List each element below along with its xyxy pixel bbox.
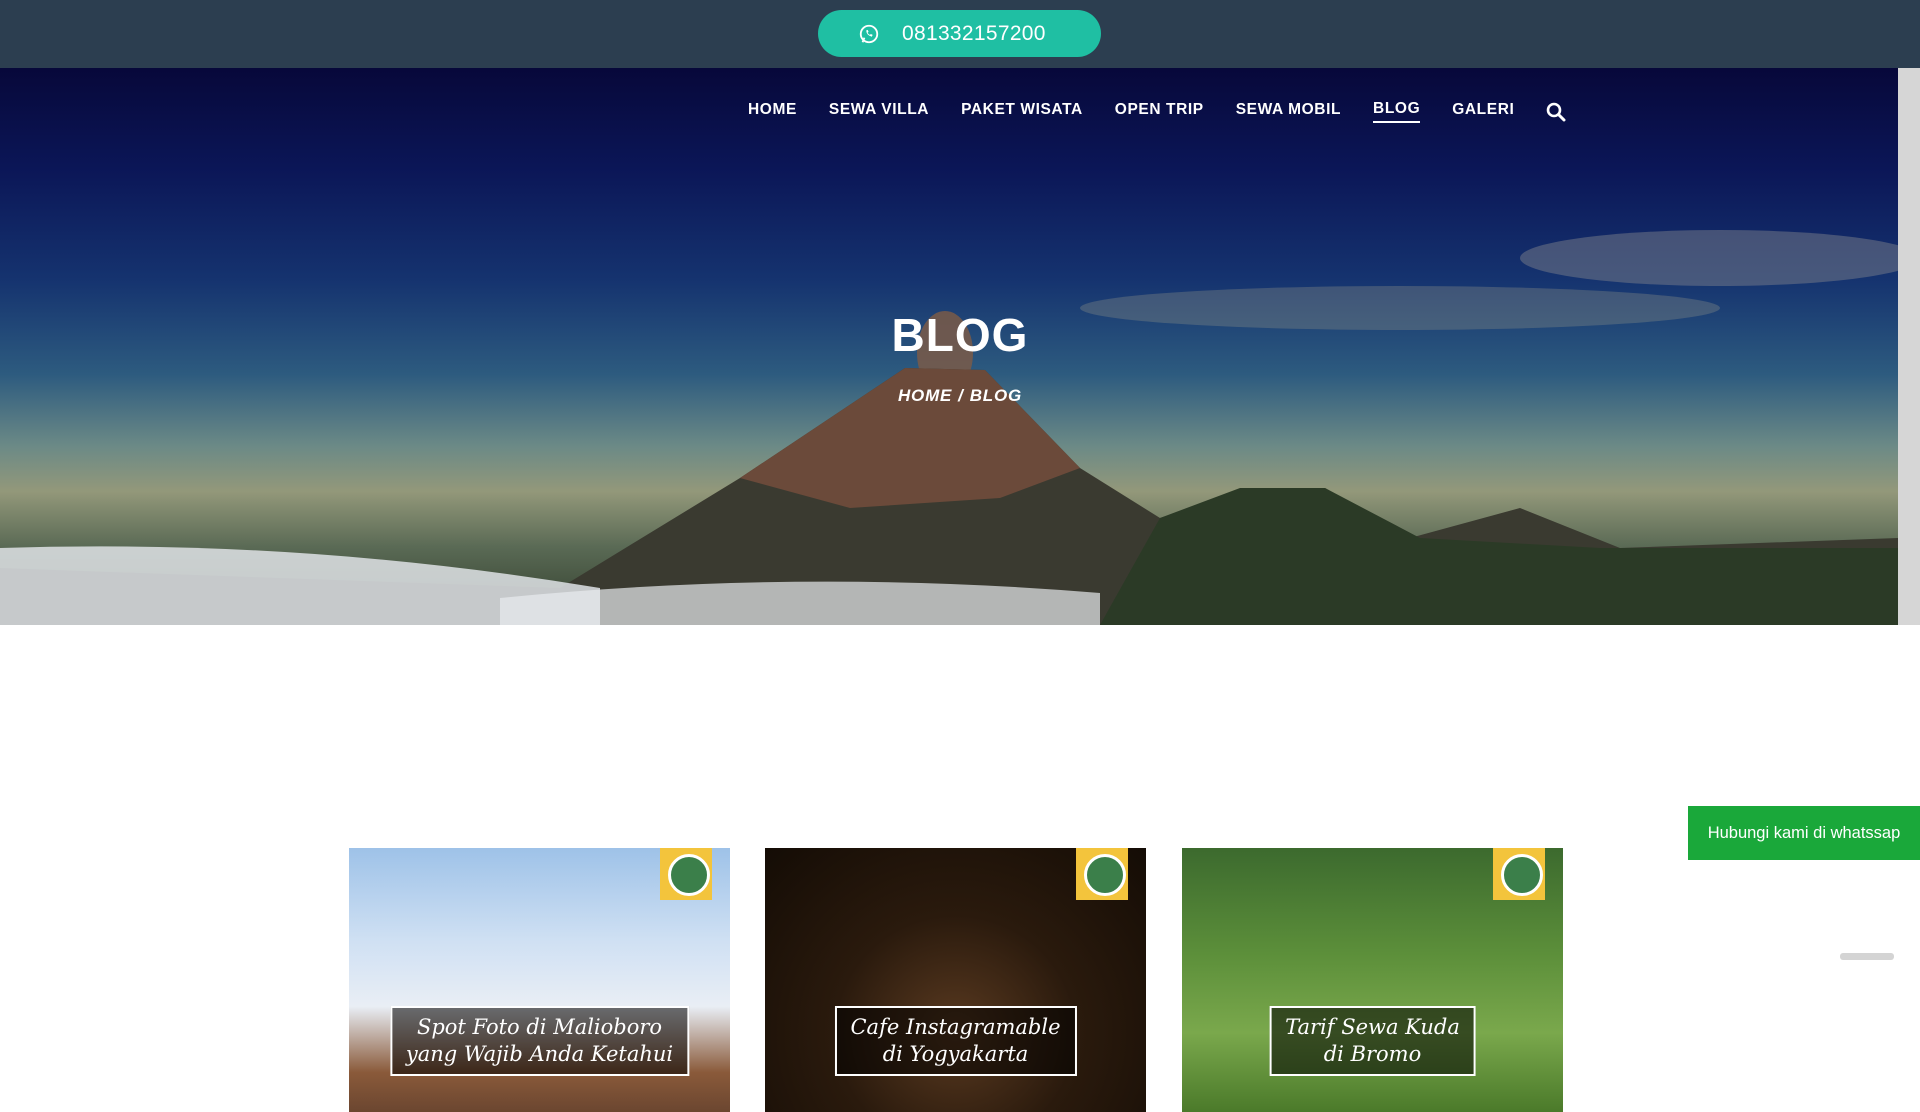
nav-home[interactable]: HOME	[748, 101, 797, 122]
blog-card-malioboro[interactable]: Spot Foto di Malioboro yang Wajib Anda K…	[349, 848, 730, 1112]
blog-card-bromo[interactable]: Tarif Sewa Kuda di Bromo	[1182, 848, 1563, 1112]
breadcrumb-separator: /	[958, 386, 964, 405]
caption-line: di Yogyakarta	[882, 1042, 1029, 1066]
whatsapp-float-button[interactable]: Hubungi kami di whatssap	[1688, 806, 1920, 860]
search-icon[interactable]	[1546, 102, 1566, 122]
card-caption: Cafe Instagramable di Yogyakarta	[834, 1006, 1077, 1076]
scroll-handle[interactable]	[1840, 953, 1894, 960]
card-caption: Spot Foto di Malioboro yang Wajib Anda K…	[389, 1006, 690, 1076]
top-contact-bar: 081332157200	[0, 0, 1920, 68]
nav-blog[interactable]: BLOG	[1373, 100, 1421, 123]
logo-badge	[660, 848, 712, 900]
card-caption: Tarif Sewa Kuda di Bromo	[1269, 1006, 1476, 1076]
main-navigation: HOME SEWA VILLA PAKET WISATA OPEN TRIP S…	[748, 100, 1566, 123]
nav-sewa-villa[interactable]: SEWA VILLA	[829, 101, 929, 122]
caption-line: Spot Foto di Malioboro	[416, 1015, 663, 1039]
breadcrumb-current: BLOG	[969, 386, 1023, 405]
caption-line: Tarif Sewa Kuda	[1285, 1015, 1460, 1039]
whatsapp-icon	[859, 24, 879, 43]
logo-badge	[1493, 848, 1545, 900]
whatsapp-phone-button[interactable]: 081332157200	[818, 10, 1101, 57]
breadcrumb: HOME / BLOG	[0, 386, 1920, 406]
caption-line: yang Wajib Anda Ketahui	[405, 1042, 674, 1066]
caption-line: Cafe Instagramable	[850, 1015, 1061, 1039]
nav-sewa-mobil[interactable]: SEWA MOBIL	[1236, 101, 1341, 122]
page-title: BLOG	[891, 309, 1029, 361]
nav-paket-wisata[interactable]: PAKET WISATA	[961, 101, 1083, 122]
breadcrumb-home[interactable]: HOME	[898, 386, 952, 405]
logo-badge	[1076, 848, 1128, 900]
caption-line: di Bromo	[1323, 1042, 1422, 1066]
blog-card-cafe[interactable]: Cafe Instagramable di Yogyakarta	[765, 848, 1146, 1112]
nav-open-trip[interactable]: OPEN TRIP	[1115, 101, 1204, 122]
nav-galeri[interactable]: GALERI	[1452, 101, 1514, 122]
phone-number: 081332157200	[902, 21, 1046, 45]
